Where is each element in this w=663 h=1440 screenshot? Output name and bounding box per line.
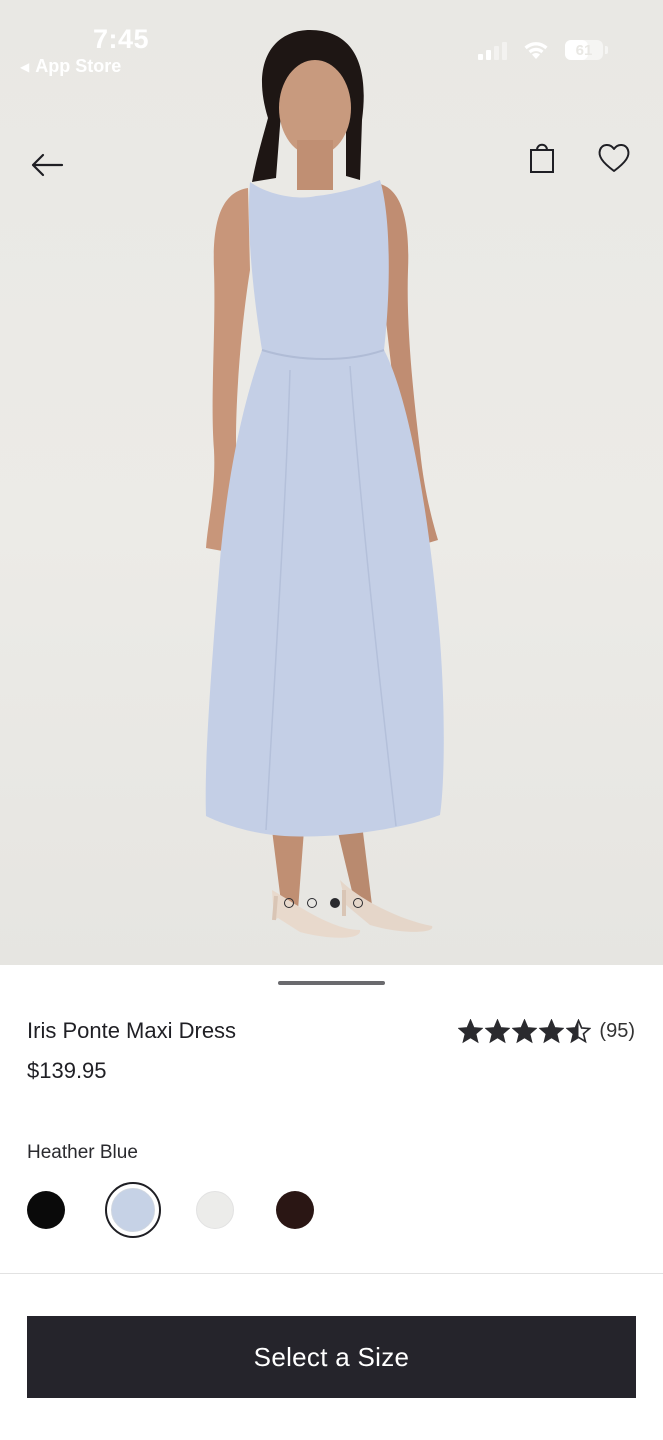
heart-outline-icon[interactable] xyxy=(594,138,634,178)
battery-percent: 61 xyxy=(575,41,593,59)
star-full-icon xyxy=(458,1019,484,1044)
color-swatch-dot xyxy=(196,1191,234,1229)
color-swatch[interactable] xyxy=(187,1182,243,1238)
sheet-drag-handle[interactable] xyxy=(278,981,385,985)
status-time: 7:45 xyxy=(93,24,150,54)
color-swatch[interactable] xyxy=(18,1182,74,1238)
battery-icon: 61 xyxy=(565,40,608,60)
star-half-icon xyxy=(566,1019,592,1044)
color-swatch-dot xyxy=(27,1191,65,1229)
product-image-gallery[interactable]: 7:45 ◀ App Store 61 xyxy=(0,0,663,965)
return-to-app-store[interactable]: ◀ App Store xyxy=(20,56,121,77)
page-dot[interactable] xyxy=(353,898,363,908)
arrow-left-icon[interactable] xyxy=(28,146,66,184)
select-size-button[interactable]: Select a Size xyxy=(27,1316,636,1398)
selected-color-name: Heather Blue xyxy=(27,1142,138,1163)
product-title: Iris Ponte Maxi Dress xyxy=(27,1018,237,1043)
color-swatch[interactable] xyxy=(267,1182,323,1238)
product-price: $139.95 xyxy=(27,1058,107,1083)
color-swatch-dot xyxy=(111,1188,155,1232)
color-swatches xyxy=(27,1182,327,1238)
review-count: (95) xyxy=(599,1020,635,1042)
page-dot[interactable] xyxy=(307,898,317,908)
divider xyxy=(0,1273,663,1274)
page-dot[interactable] xyxy=(330,898,340,908)
star-full-icon xyxy=(485,1019,511,1044)
gallery-page-indicator xyxy=(284,898,363,908)
wifi-icon xyxy=(524,42,548,59)
star-full-icon xyxy=(539,1019,565,1044)
status-indicators: 61 xyxy=(478,40,608,60)
color-swatch[interactable] xyxy=(105,1182,161,1238)
color-swatch-dot xyxy=(276,1191,314,1229)
return-app-label: App Store xyxy=(35,56,122,76)
cellular-signal-icon xyxy=(478,40,507,60)
product-photo-model xyxy=(205,30,444,938)
page-dot[interactable] xyxy=(284,898,294,908)
product-rating[interactable]: (95) xyxy=(458,1019,635,1044)
star-full-icon xyxy=(512,1019,538,1044)
back-triangle-icon: ◀ xyxy=(20,59,30,74)
shopping-bag-icon[interactable] xyxy=(522,138,562,178)
